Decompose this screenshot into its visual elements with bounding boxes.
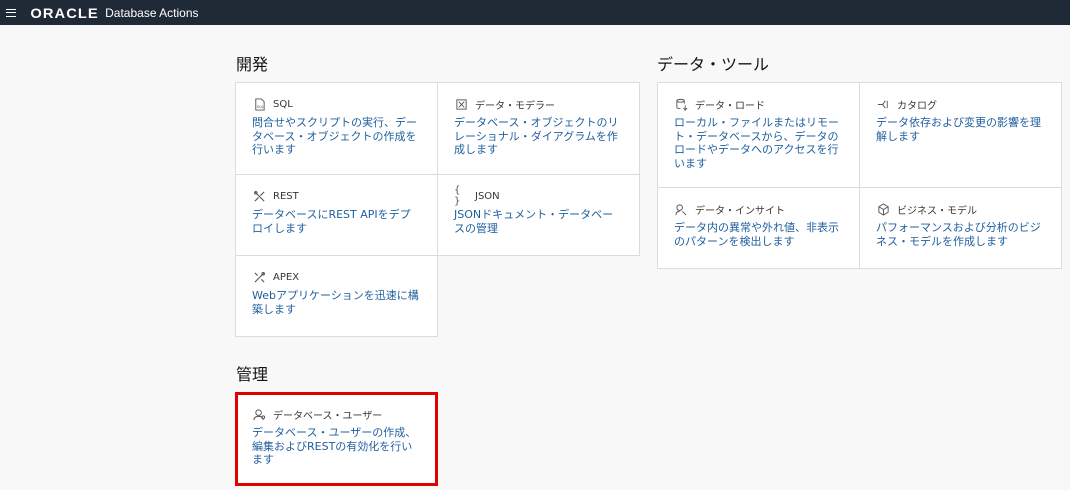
tile-label: データベース・ユーザー (273, 410, 383, 422)
tile-database-users[interactable]: データベース・ユーザー データベース・ユーザーの作成、編集およびRESTの有効化… (235, 392, 438, 486)
hamburger-menu-icon[interactable] (6, 8, 16, 17)
data-insights-icon (674, 202, 688, 216)
section-title-administration: 管理 (236, 365, 269, 384)
tile-catalog[interactable]: カタログ データ依存および変更の影響を理解します (859, 82, 1062, 188)
tile-json[interactable]: { } JSON JSONドキュメント・データベースの管理 (437, 174, 640, 256)
tile-data-modeler[interactable]: データ・モデラー データベース・オブジェクトのリレーショナル・ダイアグラムを作成… (437, 82, 640, 175)
top-header: ORACLE Database Actions (0, 0, 1070, 25)
tile-description: 問合せやスクリプトの実行、データベース・オブジェクトの作成を行います (252, 116, 417, 156)
tile-rest[interactable]: REST データベースにREST APIをデプロイします (235, 174, 438, 256)
catalog-icon (876, 97, 890, 111)
tile-label: データ・インサイト (695, 205, 785, 217)
data-modeler-icon (454, 97, 468, 111)
data-load-icon (674, 97, 688, 111)
tile-label: ビジネス・モデル (897, 205, 977, 217)
tile-description: データベース・オブジェクトのリレーショナル・ダイアグラムを作成します (454, 116, 619, 156)
tile-description: JSONドキュメント・データベースの管理 (454, 208, 614, 235)
tile-description: データベース・ユーザーの作成、編集およびRESTの有効化を行います (252, 426, 417, 466)
database-users-icon (252, 407, 266, 421)
tile-label: REST (273, 190, 299, 202)
tile-label: データ・モデラー (475, 100, 555, 112)
tile-description: データ内の異常や外れ値、非表示のパターンを検出します (674, 221, 839, 248)
tile-label: データ・ロード (695, 100, 765, 112)
json-icon: { } (454, 185, 461, 207)
tile-description: ローカル・ファイルまたはリモート・データベースから、データのロードやデータへのア… (674, 116, 839, 170)
tile-label: カタログ (897, 100, 937, 112)
tile-description: データベースにREST APIをデプロイします (252, 208, 411, 235)
section-title-development: 開発 (236, 55, 269, 74)
tile-data-insights[interactable]: データ・インサイト データ内の異常や外れ値、非表示のパターンを検出します (657, 187, 860, 269)
tile-sql[interactable]: SQL SQL 問合せやスクリプトの実行、データベース・オブジェクトの作成を行い… (235, 82, 438, 175)
sql-icon: SQL (252, 97, 266, 111)
tile-description: パフォーマンスおよび分析のビジネス・モデルを作成します (876, 221, 1041, 248)
tile-label: APEX (273, 271, 300, 283)
apex-icon (252, 270, 266, 284)
section-title-data-tools: データ・ツール (657, 55, 770, 74)
business-model-icon (876, 202, 890, 216)
tile-description: Webアプリケーションを迅速に構築します (252, 289, 419, 316)
tile-description: データ依存および変更の影響を理解します (876, 116, 1041, 143)
rest-icon (252, 189, 266, 203)
tile-apex[interactable]: APEX Webアプリケーションを迅速に構築します (235, 255, 438, 337)
tile-label: SQL (273, 98, 293, 110)
tile-business-model[interactable]: ビジネス・モデル パフォーマンスおよび分析のビジネス・モデルを作成します (859, 187, 1062, 269)
svg-text:SQL: SQL (256, 105, 264, 109)
tile-data-load[interactable]: データ・ロード ローカル・ファイルまたはリモート・データベースから、データのロー… (657, 82, 860, 188)
app-title: Database Actions (105, 5, 199, 20)
tile-label: JSON (475, 190, 500, 202)
oracle-logo[interactable]: ORACLE (30, 5, 98, 21)
